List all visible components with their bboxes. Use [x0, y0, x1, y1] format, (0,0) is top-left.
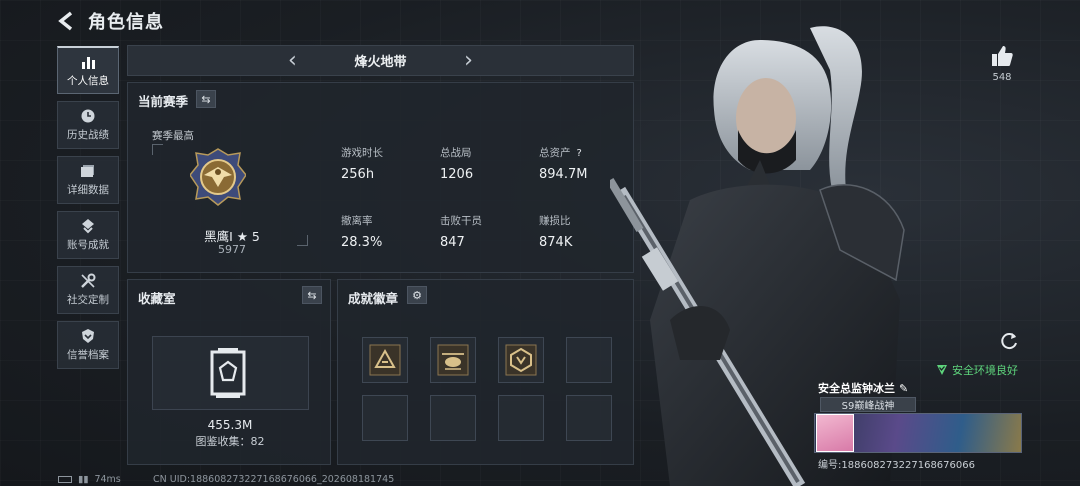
stat-extract-rate: 撤离率 28.3%: [341, 213, 431, 250]
rank-points: 5977: [218, 243, 246, 256]
stat-label: 游戏时长: [341, 147, 383, 159]
badge-helicopter-icon: [437, 344, 469, 376]
sidebar-item-label: 个人信息: [67, 74, 109, 87]
sidebar-item-label: 账号成就: [67, 239, 109, 251]
wrench-icon: [81, 273, 96, 288]
stat-label: 撤离率: [341, 215, 373, 227]
stat-kills: 击败干员 847: [440, 213, 530, 250]
badge-triangle-icon: [369, 344, 401, 376]
stat-label: 总战局: [440, 147, 472, 159]
badge-slot[interactable]: [362, 337, 408, 383]
season-title-text: S9巅峰战神: [841, 401, 895, 412]
network-ping: ▮▮ 74ms: [58, 474, 121, 485]
folder-icon: [81, 165, 94, 177]
battery-icon: [58, 476, 72, 483]
bar-chart-icon: [82, 56, 95, 69]
back-arrow-icon[interactable]: [56, 10, 78, 32]
sidebar-item-social[interactable]: 社交定制: [57, 266, 119, 314]
sidebar-item-label: 历史战绩: [67, 129, 109, 141]
thumbs-up-icon[interactable]: [990, 44, 1014, 68]
sidebar: 个人信息 历史战绩 详细数据 账号成就 社交定制 信誉档案: [57, 46, 119, 369]
collection-value: 455.3M: [207, 418, 253, 432]
badge-slot-empty[interactable]: [362, 395, 408, 441]
badge-slot-empty[interactable]: [566, 395, 612, 441]
edit-icon[interactable]: ✎: [899, 382, 908, 395]
badge-panel-title: 成就徽章: [348, 291, 399, 306]
collection-panel[interactable]: 收藏室 ⇆ 455.3M 图鉴收集：82: [127, 279, 331, 465]
sidebar-item-history[interactable]: 历史战绩: [57, 101, 119, 149]
footer-uid: CN UID:18860827322716867606​6_2026081817…: [153, 474, 395, 485]
stat-label: 击败干员: [440, 215, 482, 227]
avatar[interactable]: [816, 414, 854, 452]
chevron-right-icon[interactable]: ›: [464, 49, 473, 72]
stat-value: 1206: [440, 167, 474, 182]
sidebar-item-achievements[interactable]: 账号成就: [57, 211, 119, 259]
sidebar-item-label: 信誉档案: [67, 349, 109, 361]
clock-icon: [81, 109, 95, 123]
stat-label: 总资产: [539, 147, 571, 159]
help-icon[interactable]: ?: [577, 148, 582, 159]
shield-icon: [82, 329, 94, 343]
stat-value: 847: [440, 235, 465, 250]
switch-icon[interactable]: ⇆: [196, 90, 216, 108]
badge-slot-empty[interactable]: [566, 337, 612, 383]
chevron-left-icon[interactable]: ‹: [288, 49, 297, 72]
player-name-row: 安全总监钟冰兰 ✎: [818, 380, 908, 396]
player-id: 编号:18860827322716867606​6: [818, 460, 975, 471]
stat-total-matches: 总战局 1206: [440, 145, 530, 182]
sidebar-item-details[interactable]: 详细数据: [57, 156, 119, 204]
header: 角色信息: [56, 8, 164, 34]
stat-value: 256h: [341, 167, 375, 182]
collection-panel-title: 收藏室: [138, 291, 176, 306]
stat-value: 28.3%: [341, 235, 383, 250]
signal-icon: ▮▮: [78, 474, 89, 485]
season-title-tag: S9巅峰战神: [820, 397, 916, 412]
switch-icon[interactable]: ⇆: [302, 286, 322, 304]
vault-icon: [210, 348, 246, 398]
sidebar-item-credit[interactable]: 信誉档案: [57, 321, 119, 369]
like-count: 548: [992, 72, 1012, 83]
season-best-label: 赛季最高: [152, 130, 194, 142]
collection-count: 图鉴收集：82: [195, 435, 265, 448]
sidebar-item-label: 详细数据: [67, 184, 109, 196]
badge-emblem-icon: [505, 344, 537, 376]
refresh-icon[interactable]: [998, 330, 1020, 352]
map-name: 烽火地带: [354, 55, 407, 70]
achievement-icon: [82, 219, 94, 234]
ping-value: 74ms: [94, 474, 121, 485]
environment-status-text: 安全环境良好: [952, 364, 1018, 377]
sidebar-item-personal-info[interactable]: 个人信息: [57, 46, 119, 94]
sidebar-item-label: 社交定制: [67, 294, 109, 306]
badge-slot[interactable]: [498, 337, 544, 383]
page-title: 角色信息: [88, 12, 164, 33]
badge-slot-empty[interactable]: [498, 395, 544, 441]
badge-panel: 成就徽章 ⚙: [337, 279, 634, 465]
rank-emblem-icon: [190, 148, 246, 206]
season-panel-title: 当前赛季: [138, 94, 189, 109]
gear-icon[interactable]: ⚙: [407, 286, 427, 304]
player-name: 安全总监钟冰兰: [818, 382, 895, 395]
environment-status: 安全环境良好: [936, 362, 1018, 378]
badge-slot[interactable]: [430, 337, 476, 383]
map-selector: ‹ 烽火地带 ›: [127, 45, 634, 76]
stat-playtime: 游戏时长 256h: [341, 145, 431, 182]
shield-check-icon: [937, 365, 947, 375]
badge-slot-empty[interactable]: [430, 395, 476, 441]
season-panel: 当前赛季 ⇆ 赛季最高 黑鹰I ★ 5 5977 游戏时长 256h 总战局 1…: [127, 82, 634, 273]
